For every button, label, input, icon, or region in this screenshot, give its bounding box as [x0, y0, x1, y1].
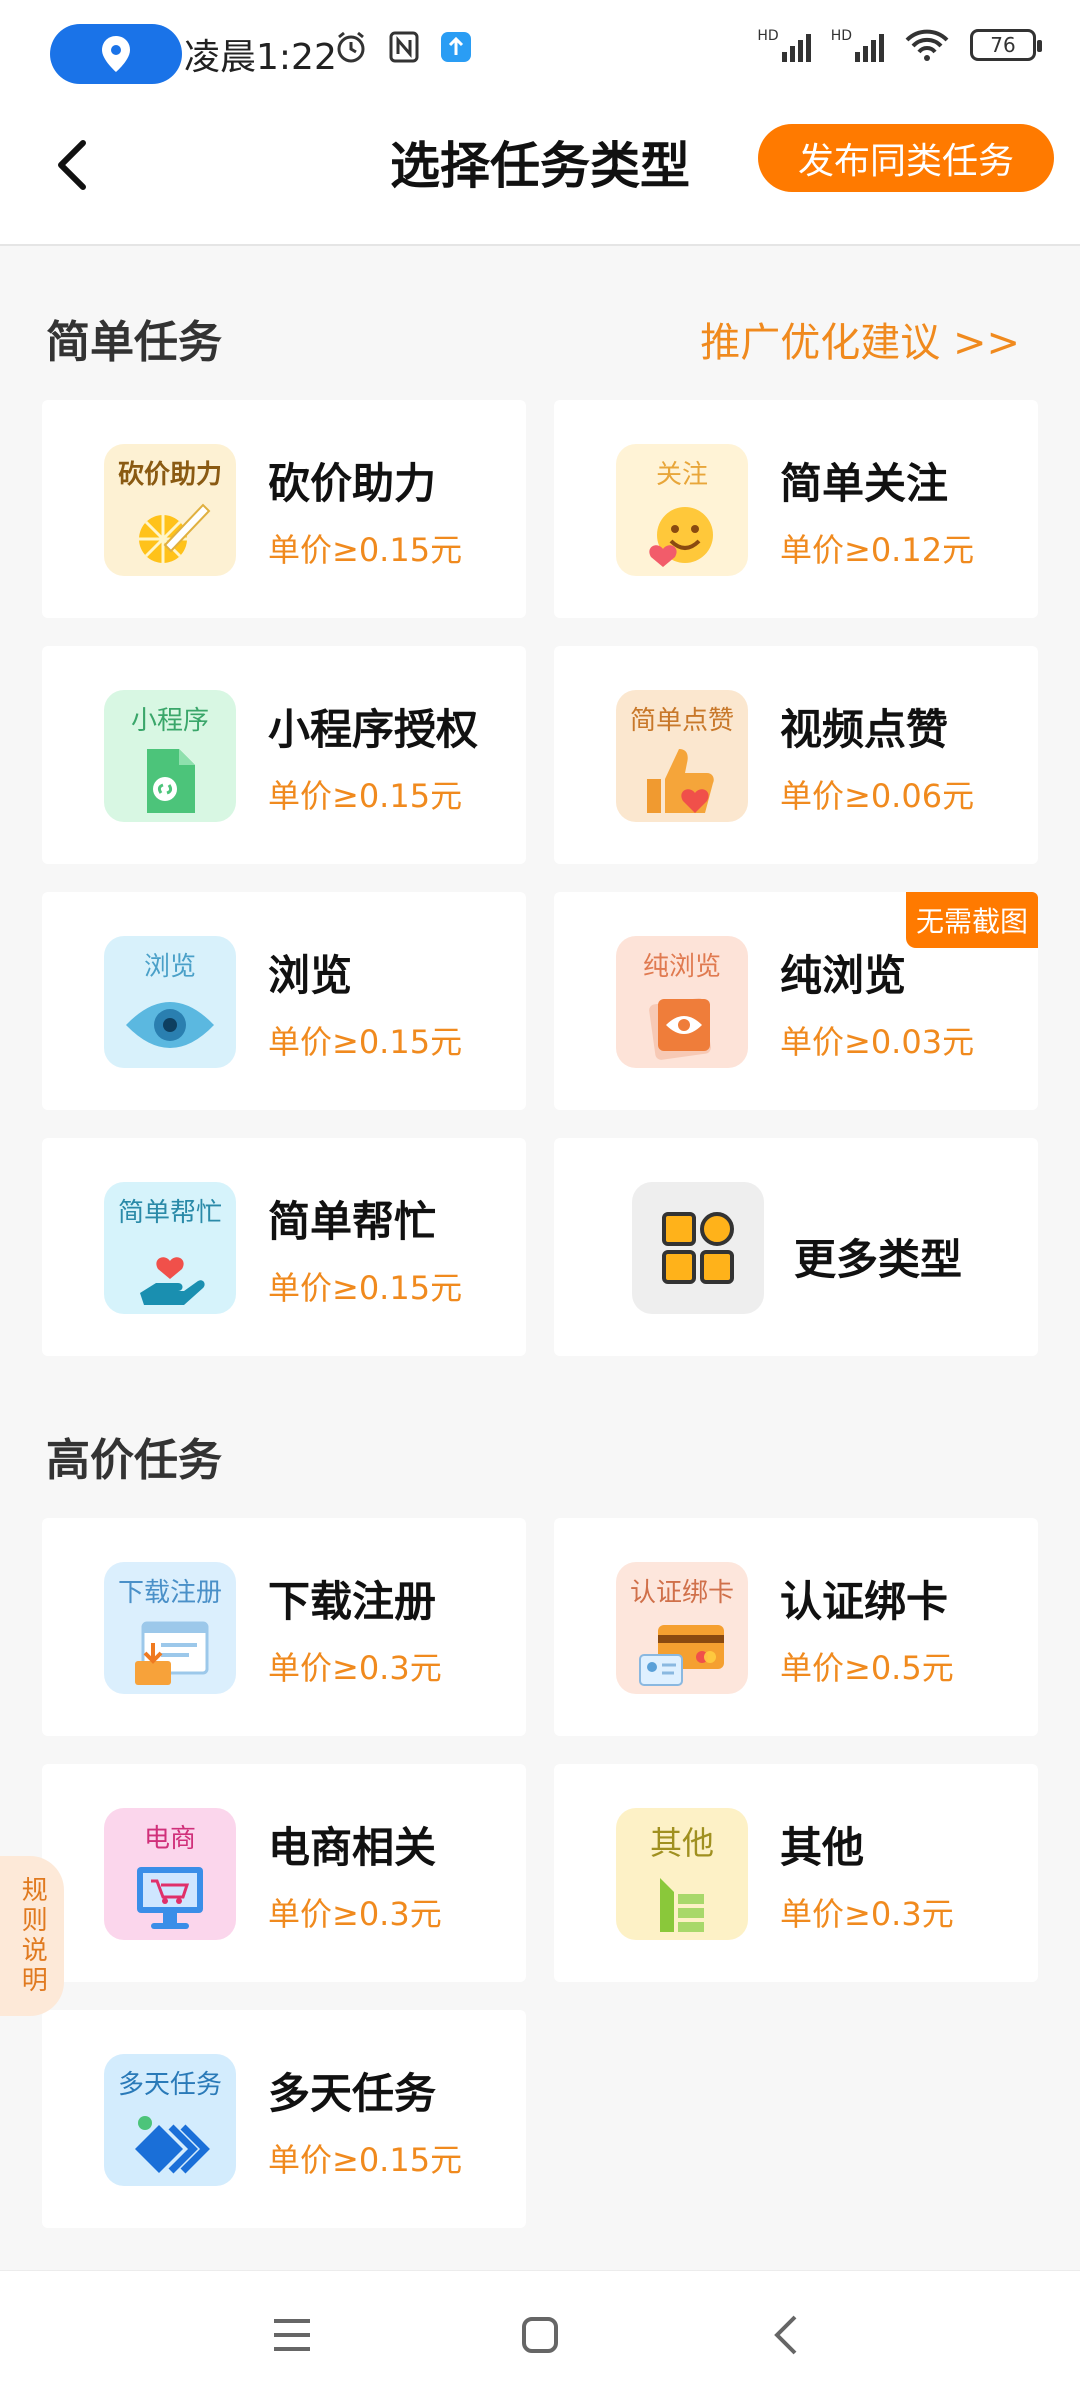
multi-day-icon: 多天任务: [104, 2054, 236, 2186]
task-name: 浏览: [268, 951, 353, 1000]
helping-hand-icon: 简单帮忙: [104, 1182, 236, 1314]
task-name: 其他: [780, 1823, 865, 1872]
nfc-icon: [389, 31, 419, 63]
task-name: 下载注册: [268, 1577, 437, 1626]
mini-program-icon: 小程序: [104, 690, 236, 822]
no-screenshot-badge: 无需截图: [905, 892, 1038, 948]
upload-app-icon: [441, 32, 471, 62]
task-card-browse[interactable]: 浏览 浏览 单价≥0.15元: [42, 892, 526, 1110]
signal-1-icon: HD: [757, 28, 811, 62]
promotion-suggestion-link[interactable]: 推广优化建议 >>: [700, 310, 1020, 368]
task-card-follow[interactable]: 关注 简单关注 单价≥0.12元: [554, 400, 1038, 618]
status-time: 凌晨1:22: [184, 37, 337, 78]
task-name: 多天任务: [268, 2069, 437, 2118]
task-card-mini-program[interactable]: 小程序 小程序授权 单价≥0.15元: [42, 646, 526, 864]
task-card-bargain[interactable]: 砍价助力 砍价助力 单价≥0.15元: [42, 400, 526, 618]
task-price: 单价≥0.3元: [780, 1895, 954, 1933]
task-name: 小程序授权: [268, 705, 479, 754]
menu-icon: [274, 2319, 310, 2351]
task-name: 简单帮忙: [268, 1197, 437, 1246]
simple-tasks-title: 简单任务: [46, 317, 222, 368]
location-indicator[interactable]: [50, 24, 182, 84]
task-name: 认证绑卡: [780, 1577, 949, 1626]
task-name: 视频点赞: [780, 705, 949, 754]
location-pin-icon: [102, 36, 130, 72]
task-card-multi-day[interactable]: 多天任务 多天任务 单价≥0.15元: [42, 2010, 526, 2228]
task-price: 单价≥0.15元: [268, 1023, 463, 1061]
task-card-other[interactable]: 其他 其他 单价≥0.3元: [554, 1764, 1038, 1982]
signal-2-icon: HD: [831, 28, 884, 62]
home-square-icon: [522, 2317, 558, 2353]
high-price-tasks-title: 高价任务: [46, 1435, 222, 1486]
task-card-ecommerce[interactable]: 电商 电商相关 单价≥0.3元: [42, 1764, 526, 1982]
task-name: 纯浏览: [780, 951, 907, 1000]
eye-icon: 浏览: [104, 936, 236, 1068]
bargain-icon: 砍价助力: [104, 444, 236, 576]
simple-task-grid: 砍价助力 砍价助力 单价≥0.15元 关注 简单关注 单价≥0.12元 小程序 …: [42, 400, 1038, 1356]
back-arrow-icon: [774, 2315, 797, 2355]
wifi-icon: [905, 29, 949, 61]
publish-similar-task-button[interactable]: 发布同类任务: [758, 124, 1054, 192]
task-price: 单价≥0.15元: [268, 777, 463, 815]
grid-icon: [632, 1182, 764, 1314]
shopping-cart-icon: 电商: [104, 1808, 236, 1940]
task-price: 单价≥0.15元: [268, 2141, 463, 2179]
alarm-icon: [337, 31, 365, 63]
other-icon: 其他: [616, 1808, 748, 1940]
more-types-card[interactable]: 更多类型: [554, 1138, 1038, 1356]
battery-indicator: 76: [970, 29, 1042, 61]
high-price-task-grid: 下载注册 下载注册 单价≥0.3元 认证绑卡 认证绑卡 单价≥0.5元 电商 电…: [42, 1518, 1038, 2228]
task-price: 单价≥0.06元: [780, 777, 975, 815]
task-price: 单价≥0.03元: [780, 1023, 975, 1061]
header: 选择任务类型 发布同类任务: [0, 100, 1080, 246]
task-price: 单价≥0.15元: [268, 1269, 463, 1307]
download-register-icon: 下载注册: [104, 1562, 236, 1694]
task-card-pure-browse[interactable]: 纯浏览 纯浏览 单价≥0.03元 无需截图: [554, 892, 1038, 1110]
task-card-verify-bind-card[interactable]: 认证绑卡 认证绑卡 单价≥0.5元: [554, 1518, 1038, 1736]
task-card-simple-help[interactable]: 简单帮忙 简单帮忙 单价≥0.15元: [42, 1138, 526, 1356]
follow-icon: 关注: [616, 444, 748, 576]
rules-explanation-label: 规则说明: [17, 1876, 48, 1996]
task-price: 单价≥0.15元: [268, 531, 463, 569]
task-card-video-like[interactable]: 简单点赞 视频点赞 单价≥0.06元: [554, 646, 1038, 864]
thumbs-up-icon: 简单点赞: [616, 690, 748, 822]
task-name: 简单关注: [780, 459, 949, 508]
rules-explanation-tab[interactable]: 规则说明: [0, 1856, 64, 2016]
bank-card-icon: 认证绑卡: [616, 1562, 748, 1694]
task-name: 砍价助力: [268, 459, 437, 508]
system-back-button[interactable]: [756, 2305, 816, 2365]
task-price: 单价≥0.3元: [268, 1649, 442, 1687]
task-price: 单价≥0.3元: [268, 1895, 442, 1933]
eye-card-icon: 纯浏览: [616, 936, 748, 1068]
system-navigation-bar: [0, 2270, 1080, 2400]
menu-button[interactable]: [262, 2305, 322, 2365]
task-card-download-register[interactable]: 下载注册 下载注册 单价≥0.3元: [42, 1518, 526, 1736]
home-button[interactable]: [510, 2305, 570, 2365]
more-types-label: 更多类型: [794, 1235, 963, 1284]
task-name: 电商相关: [268, 1823, 437, 1872]
status-bar: 凌晨1:22 HD HD 76: [0, 0, 1080, 100]
task-price: 单价≥0.12元: [780, 531, 975, 569]
task-price: 单价≥0.5元: [780, 1649, 954, 1687]
